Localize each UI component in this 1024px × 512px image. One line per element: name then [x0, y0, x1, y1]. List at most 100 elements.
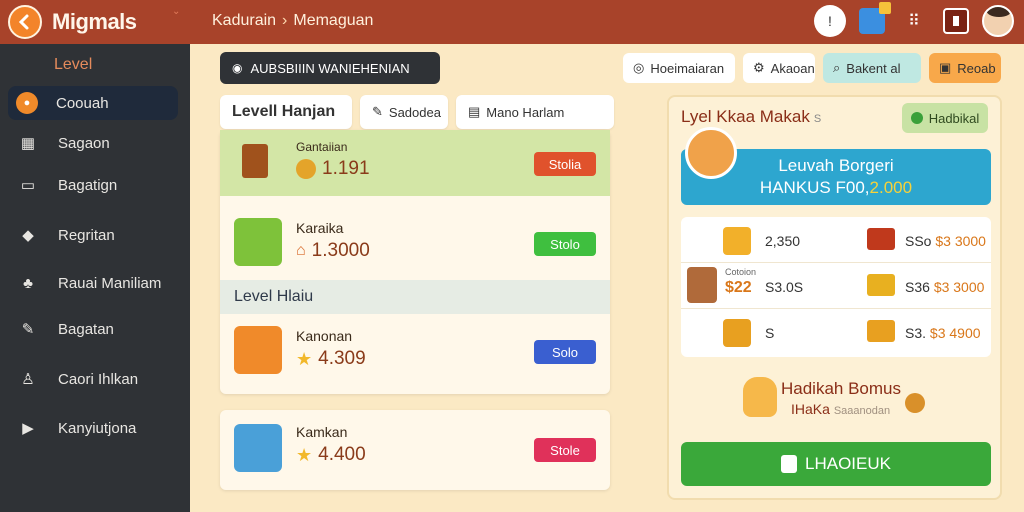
- cube-button[interactable]: [856, 2, 891, 37]
- chevron-down-icon[interactable]: ⌄: [172, 6, 180, 17]
- user-avatar[interactable]: [982, 5, 1014, 37]
- grid-icon: ▦: [20, 135, 36, 152]
- app-logo[interactable]: [8, 5, 42, 39]
- sidebar-item-sagaon[interactable]: ▦ Sagaon: [8, 126, 178, 160]
- search-icon: ⌕: [833, 60, 841, 75]
- document-icon: ▤: [468, 104, 481, 119]
- sidebar-item-label: Bagatan: [58, 320, 114, 338]
- tab-level[interactable]: Levell Hanjan: [220, 95, 352, 129]
- back-arrow-icon: [18, 14, 29, 30]
- row-value-group: ★ 4.400: [296, 444, 366, 466]
- row-value: 4.309: [318, 348, 366, 369]
- row-name: Kamkan: [296, 424, 348, 440]
- coin-bag-icon: [905, 393, 925, 413]
- bonus-row[interactable]: Cotoion $22 S3.0S S36 $3 3000: [681, 263, 991, 309]
- avatar-icon: ●: [16, 92, 38, 114]
- tab-label: Sadodea: [388, 104, 441, 120]
- info-button[interactable]: !: [814, 5, 846, 37]
- row-status-button[interactable]: Stole: [534, 438, 596, 462]
- sidebar-item-label: Caori Ihlkan: [58, 370, 139, 388]
- bonus-price: S3. $3 4900: [905, 325, 981, 341]
- banner-line2-group: HANKUS F00,2.000: [681, 177, 991, 199]
- info-icon: !: [828, 13, 832, 29]
- badge-label: Hadbikal: [928, 110, 980, 126]
- bakent-button[interactable]: ⌕ Bakent al: [823, 53, 921, 83]
- character-avatar: [685, 127, 737, 179]
- sub-value: $22: [725, 279, 752, 296]
- price-prefix: S36: [905, 279, 930, 295]
- panel-badge[interactable]: Hadbikal: [902, 103, 988, 133]
- sidebar-item-rauai-maniliam[interactable]: ♣ Rauai Maniliam: [8, 266, 178, 300]
- row-name: Gantaiian: [296, 140, 348, 154]
- sidebar-heading: Level: [54, 56, 93, 73]
- character-icon: [687, 267, 717, 303]
- sidebar-item-kanyiutjona[interactable]: ▶ Kanyiutjona: [8, 411, 178, 445]
- section-label: Level Hlaiu: [220, 280, 610, 314]
- sidebar-item-coouah[interactable]: ● Coouah: [8, 86, 178, 120]
- button-label: Reoab: [957, 60, 996, 76]
- avatar: [234, 424, 282, 472]
- house-icon: ⌂: [296, 242, 306, 259]
- tab-sadodea[interactable]: ✎ Sadodea: [360, 95, 448, 129]
- bonus-amount: S: [765, 325, 775, 341]
- price-prefix: SSo: [905, 233, 932, 249]
- coin-icon: [296, 159, 316, 179]
- bonus-price: SSo $3 3000: [905, 233, 986, 249]
- sidebar-item-label: Coouah: [56, 94, 109, 112]
- sub-label: Cotoion: [725, 267, 757, 277]
- list-row[interactable]: Kanonan ★ 4.309 Solo: [220, 314, 610, 394]
- bonus-title: Hadikah Bomus: [781, 379, 902, 398]
- tab-label: Mano Harlam: [486, 104, 565, 120]
- chevron-right-icon: ›: [282, 12, 288, 29]
- bonus-price: S36 $3 3000: [905, 279, 984, 295]
- door-icon: [943, 8, 969, 34]
- claim-button[interactable]: LHAOIEUK: [681, 442, 991, 486]
- gift-icon: [867, 228, 895, 250]
- dots-icon: ⠿: [908, 13, 920, 30]
- hoeimaiaran-button[interactable]: ◎ Hoeimaiaran: [623, 53, 735, 83]
- sidebar-item-caori-ihlkan[interactable]: ♙ Caori Ihlkan: [8, 362, 178, 396]
- sidebar-item-bagatign[interactable]: ▭ Bagatign: [8, 168, 178, 202]
- right-toolbar: ◎ Hoeimaiaran ⚙ Akaoan ⌕ Bakent al ▣ Reoab: [623, 53, 1001, 83]
- monitor-icon: ▭: [20, 177, 36, 194]
- akaoan-button[interactable]: ⚙ Akaoan: [743, 53, 815, 83]
- pencil-icon: ✎: [21, 321, 35, 338]
- settings-icon: ◎: [633, 60, 645, 75]
- price-value: $3 4900: [929, 325, 981, 341]
- price-value: $3 3000: [935, 233, 986, 249]
- row-status-button[interactable]: Stolo: [534, 232, 596, 256]
- breadcrumb-item[interactable]: Kadurain: [212, 12, 276, 29]
- more-button[interactable]: ⠿: [898, 5, 930, 37]
- sidebar-item-bagatan[interactable]: ✎ Bagatan: [8, 312, 178, 346]
- bonus-row[interactable]: 2,350 SSo $3 3000: [681, 217, 991, 263]
- bonus-list: 2,350 SSo $3 3000 Cotoion $22 S3.0S S36 …: [681, 217, 991, 357]
- breadcrumb-item[interactable]: Memaguan: [293, 12, 373, 29]
- coin-stack-icon: [723, 227, 751, 255]
- row-value: 1.3000: [311, 240, 370, 261]
- tab-label: Levell Hanjan: [232, 103, 336, 120]
- users-icon: ♣: [23, 274, 33, 292]
- bonus-amount: 2,350: [765, 233, 801, 249]
- row-name: Karaika: [296, 220, 344, 236]
- sidebar-item-regritan[interactable]: ◆ Regritan: [8, 218, 178, 252]
- top-icons: ! ⠿: [814, 2, 1014, 37]
- person-icon: ♙: [21, 371, 35, 388]
- exit-button[interactable]: [940, 5, 972, 37]
- row-value: 1.191: [322, 158, 370, 179]
- row-status-button[interactable]: Solo: [534, 340, 596, 364]
- list-row[interactable]: Karaika ⌂ 1.3000 Stolo: [220, 208, 610, 280]
- row-status-button[interactable]: Stolia: [534, 152, 596, 176]
- claim-label: LHAOIEUK: [805, 454, 891, 473]
- button-label: Bakent al: [846, 60, 901, 76]
- list-row[interactable]: Gantaiian 1.191 Stolia: [220, 130, 610, 196]
- level-list-card: Kamkan ★ 4.400 Stole: [220, 410, 610, 490]
- lock-icon: ▣: [939, 60, 952, 75]
- chest-icon: [242, 144, 268, 178]
- bonus-row[interactable]: S S3. $3 4900: [681, 309, 991, 355]
- tab-mano-harlam[interactable]: ▤ Mano Harlam: [456, 95, 614, 129]
- sidebar-item-label: Rauai Maniliam: [58, 274, 162, 292]
- reoab-button[interactable]: ▣ Reoab: [929, 53, 1001, 83]
- avatar: [234, 326, 282, 374]
- list-row[interactable]: Kamkan ★ 4.400 Stole: [220, 410, 610, 490]
- target-icon: ◉: [232, 61, 243, 75]
